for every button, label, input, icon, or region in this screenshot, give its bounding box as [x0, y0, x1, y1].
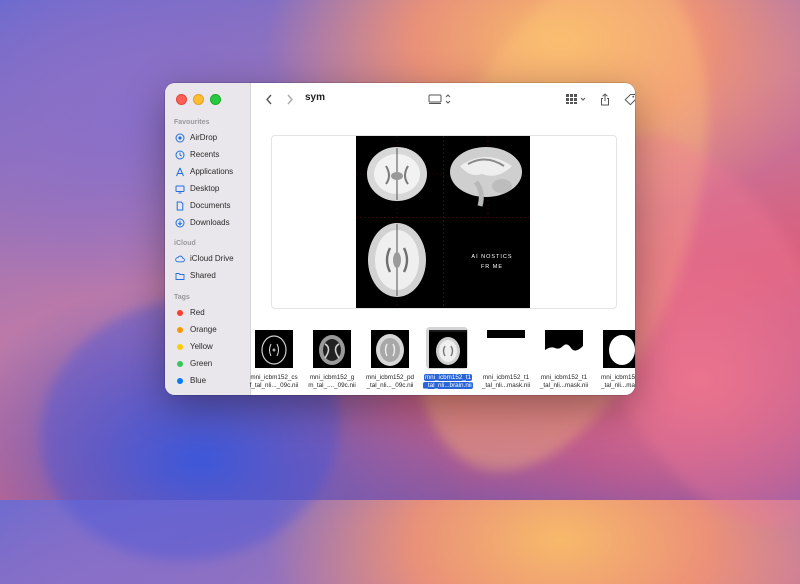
sidebar-item-label: Downloads — [190, 218, 230, 227]
file-name: mni_icbm15 _tal_nli...ma — [601, 374, 635, 389]
sidebar-header-favourites: Favourites — [174, 119, 210, 126]
file-name: mni_icbm152_cs f_tal_nli..._09c.nii — [249, 374, 299, 389]
sidebar-item-label: iCloud Drive — [190, 254, 234, 263]
sidebar-item-label: Yellow — [190, 342, 213, 351]
sidebar-item-airdrop[interactable]: AirDrop — [165, 129, 250, 146]
file-name: mni_icbm152_g m_tal_...._09c.nii — [308, 374, 356, 389]
tag-button[interactable] — [623, 92, 635, 106]
csf-scan-thumbnail — [255, 330, 293, 368]
share-button[interactable] — [599, 92, 611, 106]
share-icon — [601, 92, 609, 105]
gallery-strip: mni_icbm152_cs f_tal_nli..._09c.nii mni_i… — [250, 327, 635, 390]
sidebar-header-icloud: iCloud — [174, 240, 196, 247]
document-icon — [175, 201, 185, 211]
airdrop-icon — [175, 133, 185, 143]
sidebar-item-label: Green — [190, 359, 213, 368]
minimize-window-button[interactable] — [193, 94, 204, 105]
folder-title: sym — [305, 92, 326, 103]
sidebar-tag-yellow[interactable]: Yellow — [165, 338, 250, 355]
sidebar-favourites: Favourites AirDrop Recents Applications … — [165, 117, 250, 231]
sidebar-item-shared[interactable]: Shared — [165, 267, 250, 284]
sidebar-item-desktop[interactable]: Desktop — [165, 180, 250, 197]
sidebar-item-label: AirDrop — [190, 133, 218, 142]
sidebar-item-label: Blue — [190, 376, 207, 385]
sidebar-item-documents[interactable]: Documents — [165, 197, 250, 214]
sidebar-tag-green[interactable]: Green — [165, 355, 250, 372]
close-window-button[interactable] — [176, 94, 187, 105]
preview-logo: AI NOSTICS FR ME — [464, 252, 520, 272]
tag-blue-dot-icon — [177, 377, 183, 384]
zoom-window-button[interactable] — [210, 94, 221, 105]
svg-text:·: · — [448, 332, 449, 336]
file-name: mni_icbm152_t1 _tal_nli...mask.nii — [481, 374, 531, 389]
sidebar-tag-red[interactable]: Red — [165, 304, 250, 321]
tag-red-dot-icon — [177, 309, 183, 316]
gallery-view-icon — [428, 94, 451, 104]
preview-logo-line1: AI NOSTICS — [471, 254, 513, 260]
tag-yellow-dot-icon — [177, 343, 183, 350]
toolbar: sym — [251, 83, 635, 115]
group-button[interactable] — [565, 92, 591, 106]
tag-orange-dot-icon — [177, 326, 183, 333]
coronal-brain-slice — [367, 147, 427, 201]
axial-brain-slice — [368, 223, 426, 297]
sidebar-item-downloads[interactable]: Downloads — [165, 214, 250, 231]
finder-window: Favourites AirDrop Recents Applications … — [165, 83, 635, 395]
sidebar-tags: Tags Red Orange Yellow Green Blue — [165, 292, 250, 389]
tag-green-dot-icon — [177, 360, 183, 367]
file-name: mni_icbm152_t1 _tal_nli...mask.nii — [539, 374, 589, 389]
desktop-icon — [175, 184, 185, 194]
window-controls — [176, 94, 221, 105]
mask-scan-thumbnail — [487, 330, 525, 368]
cloud-icon — [175, 254, 185, 264]
sidebar-header-tags: Tags — [174, 294, 190, 301]
file-name: mni_icbm152_pd _tal_nli..._09c.nii — [366, 374, 414, 389]
sidebar-item-label: Documents — [190, 201, 231, 210]
sidebar-item-label: Applications — [190, 167, 234, 176]
sidebar-item-label: Recents — [190, 150, 220, 159]
sidebar-item-label: Shared — [190, 271, 216, 280]
brain-mask-scan-thumbnail — [603, 330, 635, 368]
sidebar-tag-blue[interactable]: Blue — [165, 372, 250, 389]
sidebar-icloud: iCloud iCloud Drive Shared — [165, 238, 250, 284]
sidebar-item-applications[interactable]: Applications — [165, 163, 250, 180]
sagittal-brain-slice — [450, 147, 522, 207]
sidebar-item-icloud-drive[interactable]: iCloud Drive — [165, 250, 250, 267]
gm-scan-thumbnail — [313, 330, 351, 368]
pd-scan-thumbnail — [371, 330, 409, 368]
sidebar-item-label: Desktop — [190, 184, 220, 193]
sidebar: Favourites AirDrop Recents Applications … — [165, 83, 251, 395]
head-mask-scan-thumbnail — [545, 330, 583, 368]
file-name: mni_icbm152_t1 _tal_nli...brain.nii — [423, 374, 473, 389]
brain-preview-image: AI NOSTICS FR ME — [356, 136, 530, 308]
t1-brain-scan-thumbnail: · — [429, 330, 467, 368]
shared-folder-icon — [175, 271, 185, 281]
applications-icon — [175, 167, 185, 177]
sidebar-tag-orange[interactable]: Orange — [165, 321, 250, 338]
forward-button[interactable] — [284, 92, 296, 106]
main-content: sym AI NOSTICS FR ME mni_icbm152_cs f_ta… — [250, 83, 635, 395]
gallery-preview[interactable]: AI NOSTICS FR ME — [271, 135, 617, 309]
view-mode-button[interactable] — [428, 92, 454, 106]
grid-icon — [566, 94, 586, 104]
download-icon — [175, 218, 185, 228]
back-button[interactable] — [263, 92, 275, 106]
sidebar-item-label: Red — [190, 308, 205, 317]
chevron-right-icon — [287, 94, 293, 104]
chevron-left-icon — [266, 94, 272, 104]
sidebar-item-recents[interactable]: Recents — [165, 146, 250, 163]
tag-icon — [624, 93, 635, 105]
clock-icon — [175, 150, 185, 160]
preview-logo-line2: FR ME — [480, 264, 504, 270]
sidebar-item-label: Orange — [190, 325, 217, 334]
